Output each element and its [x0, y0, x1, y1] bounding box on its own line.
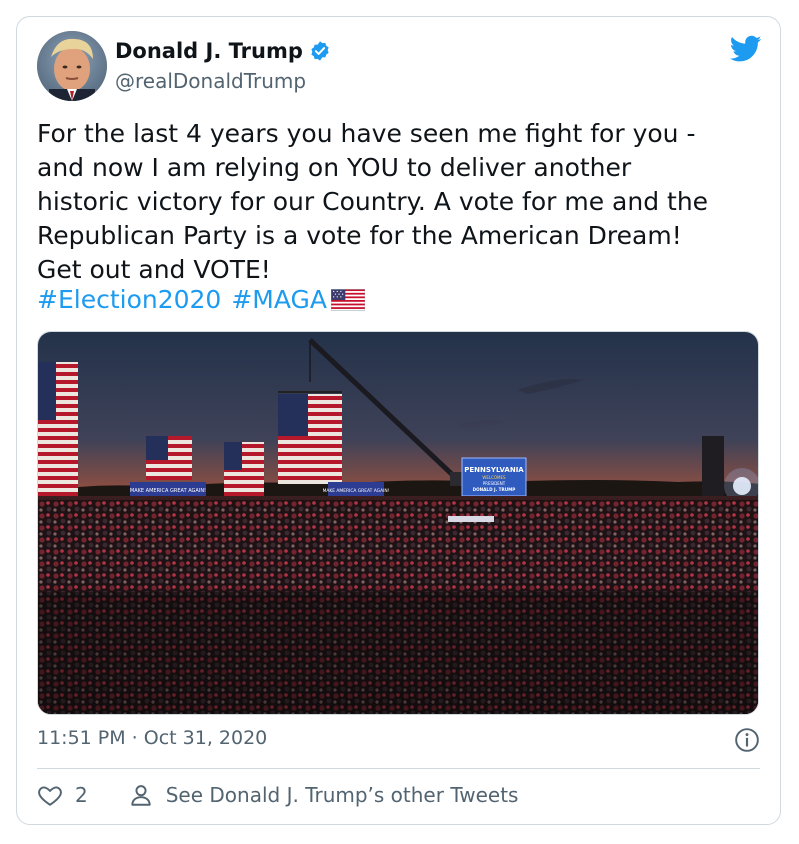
info-icon[interactable]: [734, 727, 760, 753]
tweet-text: For the last 4 years you have seen me fi…: [37, 119, 709, 284]
tweet-actions: 2 See Donald J. Trump’s other Tweets: [37, 782, 518, 808]
heart-icon: [38, 786, 62, 806]
author-row: Donald J. Trump: [115, 39, 331, 63]
tweet-photo[interactable]: MAKE AMERICA GREAT AGAIN! MAKE AMERICA G…: [37, 331, 759, 715]
tweet-card: Donald J. Trump @realDonaldTrump For the…: [16, 16, 781, 825]
author-handle[interactable]: @realDonaldTrump: [115, 69, 306, 93]
person-icon: [131, 785, 151, 806]
like-button[interactable]: 2: [37, 782, 88, 808]
hashtags: #Election2020 #MAGA: [37, 283, 365, 317]
twitter-bird-icon[interactable]: [730, 35, 762, 63]
banner-president: PRESIDENT: [483, 481, 506, 486]
sign-left: MAKE AMERICA GREAT AGAIN!: [130, 488, 206, 494]
see-other-tweets-link[interactable]: See Donald J. Trump’s other Tweets: [128, 782, 519, 808]
see-other-tweets-label: See Donald J. Trump’s other Tweets: [165, 783, 519, 807]
verified-badge-icon: [311, 41, 329, 61]
us-flag-icon: [330, 289, 365, 311]
avatar[interactable]: [37, 31, 107, 101]
divider: [37, 768, 760, 769]
sign-right: MAKE AMERICA GREAT AGAIN!: [323, 488, 390, 494]
like-count: 2: [75, 783, 88, 807]
banner-sub: WELCOMES: [482, 475, 506, 480]
hashtag-election2020[interactable]: #Election2020: [37, 283, 221, 317]
tweet-timestamp[interactable]: 11:51 PM · Oct 31, 2020: [37, 727, 267, 749]
banner-main: PENNSYLVANIA: [464, 466, 524, 474]
author-name[interactable]: Donald J. Trump: [115, 39, 303, 63]
banner-name: DONALD J. TRUMP: [473, 487, 516, 492]
hashtag-maga[interactable]: #MAGA: [231, 283, 327, 317]
